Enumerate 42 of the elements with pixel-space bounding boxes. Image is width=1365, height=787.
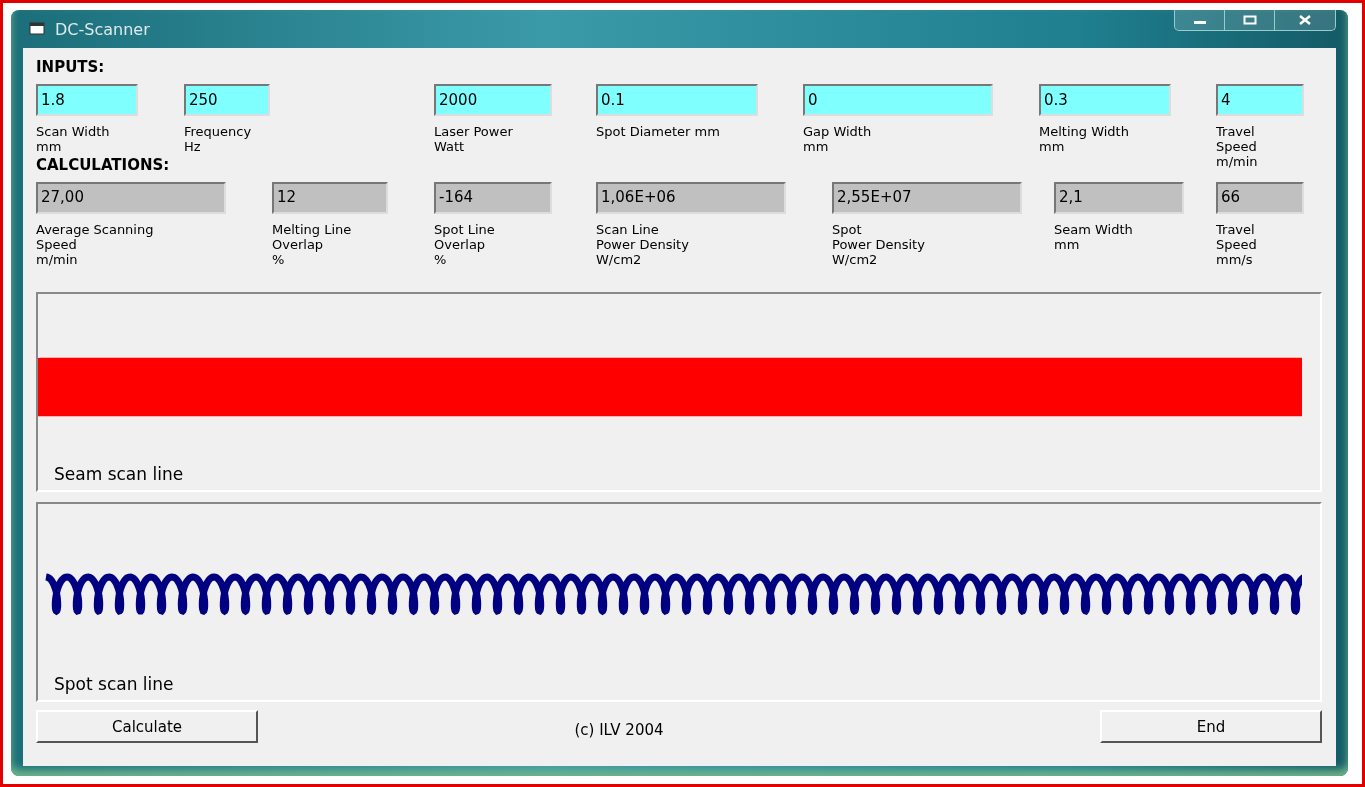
output-field: 66	[1216, 182, 1304, 214]
maximize-icon	[1242, 15, 1257, 25]
field-label: Spot Diameter mm	[596, 124, 720, 139]
field-label: Gap Width mm	[803, 124, 872, 154]
output-field: 12	[272, 182, 388, 214]
field-label: Laser Power Watt	[434, 124, 513, 154]
field-label: Frequency Hz	[184, 124, 252, 154]
close-icon	[1298, 15, 1312, 25]
input-field[interactable]: 1.8	[36, 84, 138, 116]
input-field[interactable]: 250	[184, 84, 270, 116]
window-title: DC-Scanner	[55, 19, 150, 39]
input-field[interactable]: 0.3	[1039, 84, 1171, 116]
field-label: Scan Width mm	[36, 124, 110, 154]
output-field: 2,1	[1054, 182, 1184, 214]
field-label: Seam Width mm	[1054, 222, 1133, 252]
input-field[interactable]: 4	[1216, 84, 1304, 116]
window-icon	[29, 22, 47, 36]
field-label: Travel Speed mm/s	[1216, 222, 1257, 267]
maximize-button[interactable]	[1225, 10, 1275, 30]
plot-label: Spot scan line	[54, 674, 174, 694]
output-field: -164	[434, 182, 552, 214]
field-label: Average Scanning Speed m/min	[36, 222, 154, 267]
close-button[interactable]	[1275, 10, 1335, 30]
copyright-text: (c) ILV 2004	[574, 720, 664, 739]
section-heading: INPUTS:	[36, 58, 106, 78]
field-label: Spot Power Density W/cm2	[832, 222, 925, 267]
input-field[interactable]: 0	[803, 84, 993, 116]
plot-label: Seam scan line	[54, 464, 184, 484]
field-label: Spot Line Overlap %	[434, 222, 495, 267]
field-label: Travel Speed m/min	[1216, 124, 1258, 169]
field-label: Melting Line Overlap %	[272, 222, 352, 267]
minimize-button[interactable]	[1175, 10, 1225, 30]
output-field: 2,55E+07	[832, 182, 1022, 214]
field-label: Scan Line Power Density W/cm2	[596, 222, 689, 267]
input-field[interactable]: 0.1	[596, 84, 758, 116]
section-heading: CALCULATIONS:	[36, 156, 170, 176]
output-field: 1,06E+06	[596, 182, 786, 214]
calculate-button[interactable]: Calculate	[36, 710, 258, 743]
end-button[interactable]: End	[1100, 710, 1322, 743]
field-label: Melting Width mm	[1039, 124, 1129, 154]
input-field[interactable]: 2000	[434, 84, 552, 116]
output-field: 27,00	[36, 182, 226, 214]
